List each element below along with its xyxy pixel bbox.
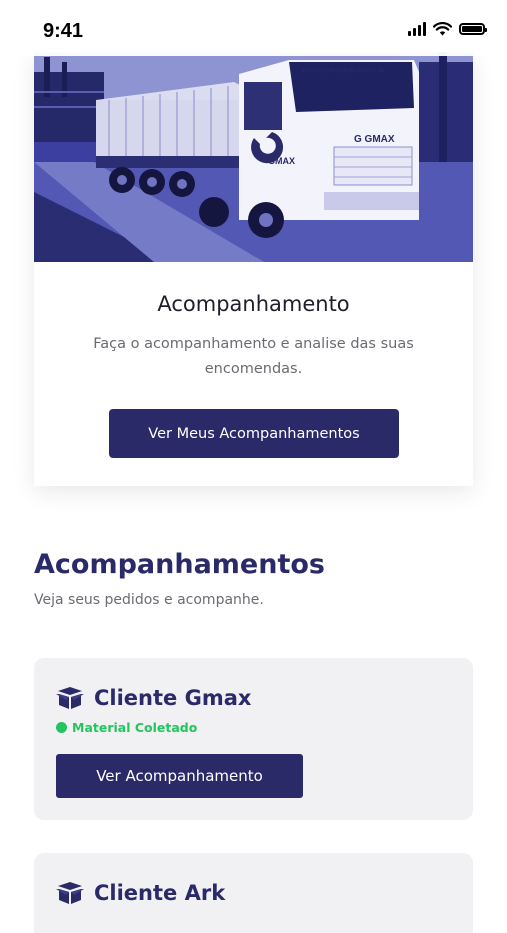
client-name: Cliente Gmax [94, 686, 252, 710]
client-name: Cliente Ark [94, 881, 226, 905]
status-icons [408, 22, 487, 36]
truck-photo: www.gmaxlogistica.com.br GMAX G GMAX [34, 52, 473, 262]
cellular-signal-icon [408, 22, 426, 36]
svg-text:G GMAX: G GMAX [354, 134, 395, 145]
section-subtitle: Veja seus pedidos e acompanhe. [34, 592, 264, 608]
svg-text:www.gmaxlogistica.com.br: www.gmaxlogistica.com.br [301, 67, 385, 74]
client-card-header: Cliente Gmax [56, 686, 251, 710]
status-bar: 9:41 [0, 0, 507, 56]
status-badge: Material Coletado [56, 720, 197, 735]
truck-logo-text: GMAX [268, 156, 295, 166]
box-icon [56, 687, 84, 709]
battery-icon [459, 23, 487, 35]
view-tracking-button[interactable]: Ver Acompanhamento [56, 754, 303, 798]
hero-card: www.gmaxlogistica.com.br GMAX G GMAX Aco… [34, 52, 473, 486]
client-card: Cliente Ark [34, 853, 473, 933]
status-label: Material Coletado [72, 720, 198, 735]
hero-description: Faça o acompanhamento e analise das suas… [93, 336, 414, 377]
client-card: Cliente Gmax Material Coletado Ver Acomp… [34, 658, 473, 820]
status-dot-icon [56, 722, 67, 733]
view-my-trackings-button[interactable]: Ver Meus Acompanhamentos [109, 409, 399, 458]
wifi-icon [433, 22, 452, 36]
status-time: 9:41 [43, 20, 84, 42]
hero-title: Acompanhamento [157, 292, 350, 316]
client-card-header: Cliente Ark [56, 881, 225, 905]
section-title: Acompanhamentos [34, 549, 325, 580]
box-icon [56, 882, 84, 904]
